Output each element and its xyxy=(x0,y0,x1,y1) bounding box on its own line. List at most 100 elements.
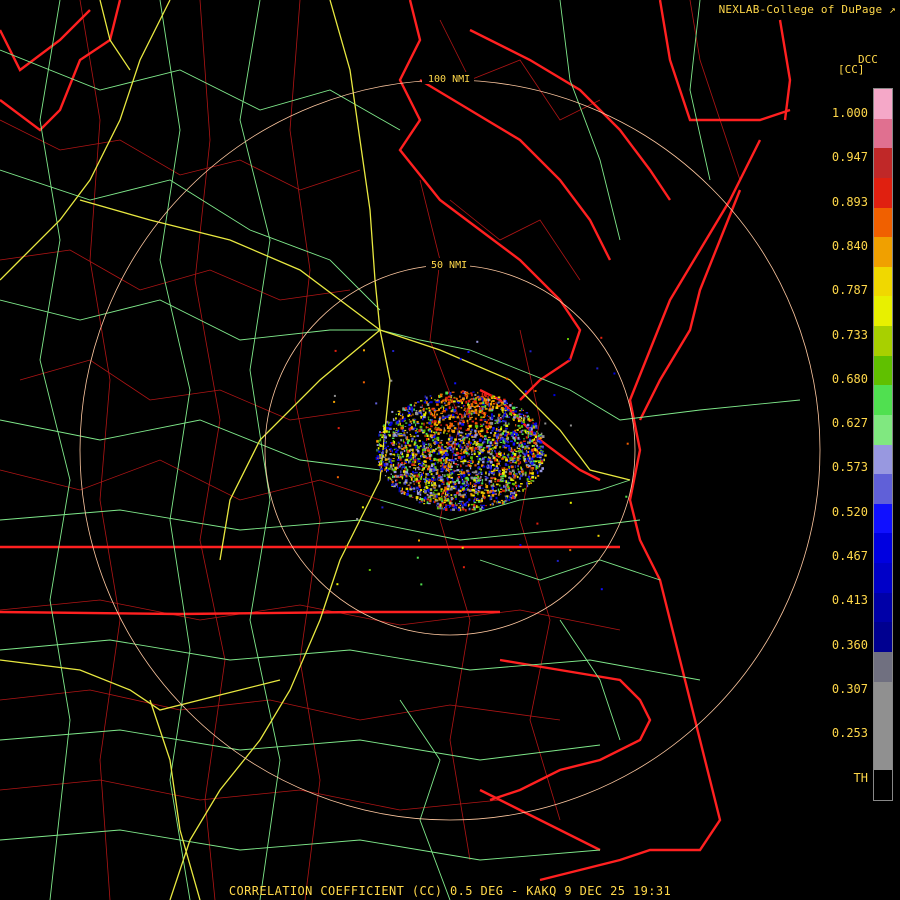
external-link-icon[interactable]: ↗ xyxy=(889,3,896,16)
radar-echo-pixel xyxy=(485,446,489,449)
colorbar-segment xyxy=(874,148,892,178)
radar-echo-pixel xyxy=(477,448,479,450)
radar-echo-pixel xyxy=(438,484,441,488)
radar-echo-pixel xyxy=(499,484,501,487)
radar-echo-pixel xyxy=(449,434,451,437)
radar-echo-pixel xyxy=(503,424,506,426)
radar-echo-pixel xyxy=(405,460,407,463)
radar-echo-pixel xyxy=(405,439,409,441)
radar-echo-pixel xyxy=(520,425,524,428)
radar-echo-pixel xyxy=(434,440,437,443)
radar-echo-pixel xyxy=(468,404,470,407)
radar-echo-pixel xyxy=(428,445,431,447)
radar-echo-pixel xyxy=(523,442,527,445)
radar-echo-pixel xyxy=(398,443,400,445)
radar-echo-pixel xyxy=(386,470,387,473)
radar-echo-pixel xyxy=(498,473,501,477)
radar-echo-pixel xyxy=(413,463,415,465)
radar-echo-pixel xyxy=(478,432,482,436)
radar-echo-pixel xyxy=(430,447,432,449)
radar-echo-pixel xyxy=(485,398,488,402)
radar-echo-pixel xyxy=(418,429,421,433)
radar-echo-pixel xyxy=(478,457,481,461)
radar-echo-pixel xyxy=(474,422,478,425)
radar-echo-pixel xyxy=(502,411,504,413)
radar-echo-pixel xyxy=(453,425,455,427)
radar-echo-pixel xyxy=(482,494,485,498)
radar-echo-pixel xyxy=(485,401,487,405)
radar-echo-pixel xyxy=(454,454,458,456)
radar-echo-pixel xyxy=(497,456,501,458)
radar-echo-pixel xyxy=(461,415,464,418)
radar-echo-pixel xyxy=(507,445,510,447)
radar-echo-pixel xyxy=(381,436,384,439)
radar-echo-pixel xyxy=(471,405,474,407)
colorbar-segment xyxy=(874,414,892,445)
radar-echo-pixel xyxy=(404,480,407,483)
radar-echo-pixel xyxy=(410,414,412,417)
radar-echo-pixel xyxy=(513,453,517,456)
radar-echo-pixel xyxy=(494,445,497,448)
radar-echo-pixel xyxy=(504,474,507,478)
radar-echo-pixel xyxy=(535,460,538,463)
radar-map[interactable]: 100 NMI 50 NMI xyxy=(0,0,900,900)
radar-echo-pixel xyxy=(481,405,484,408)
radar-echo-pixel xyxy=(446,482,449,485)
radar-echo-pixel xyxy=(419,491,421,493)
radar-echo-pixel xyxy=(450,502,453,505)
radar-echo-pixel xyxy=(439,498,443,501)
colorbar-label: 0.840 xyxy=(831,238,868,253)
radar-echo-pixel xyxy=(455,502,457,505)
radar-echo-pixel xyxy=(336,583,339,586)
radar-echo-pixel xyxy=(423,447,427,450)
radar-echo-pixel xyxy=(499,481,502,483)
radar-echo-pixel xyxy=(397,423,400,426)
radar-echo-pixel xyxy=(405,487,409,491)
radar-echo-pixel xyxy=(448,481,451,484)
radar-echo-pixel xyxy=(484,421,487,423)
radar-echo-pixel xyxy=(512,459,514,463)
radar-echo-pixel xyxy=(483,458,485,461)
radar-echo-pixel xyxy=(495,496,498,500)
radar-echo-pixel xyxy=(427,450,430,452)
radar-echo-pixel xyxy=(454,421,457,423)
radar-echo-pixel xyxy=(462,502,464,504)
radar-echo-pixel xyxy=(376,455,380,457)
radar-echo-pixel xyxy=(421,404,423,407)
radar-echo-pixel xyxy=(450,494,453,496)
radar-echo-pixel xyxy=(475,480,478,483)
radar-echo-pixel xyxy=(465,495,467,498)
radar-echo-pixel xyxy=(434,438,436,440)
radar-echo-pixel xyxy=(383,426,387,430)
radar-echo-pixel xyxy=(461,446,464,448)
radar-echo-pixel xyxy=(398,476,402,478)
radar-echo-pixel xyxy=(469,431,473,433)
radar-echo-pixel xyxy=(487,494,491,497)
radar-echo-pixel xyxy=(411,488,415,490)
radar-echo-pixel xyxy=(427,428,430,431)
radar-echo-pixel xyxy=(467,422,469,425)
radar-echo-pixel xyxy=(477,475,480,479)
radar-echo-pixel xyxy=(527,484,529,488)
radar-echo-pixel xyxy=(377,464,381,466)
radar-echo-pixel xyxy=(451,459,455,462)
radar-echo-pixel xyxy=(430,473,433,476)
radar-echo-pixel xyxy=(400,426,404,430)
radar-echo-pixel xyxy=(449,469,453,471)
colorbar-label: 0.467 xyxy=(831,549,868,563)
radar-echo-pixel xyxy=(510,465,514,469)
radar-echo-pixel xyxy=(544,454,547,457)
radar-echo-pixel xyxy=(381,506,384,509)
radar-echo-pixel xyxy=(526,478,529,481)
radar-echo-pixel xyxy=(539,465,541,468)
radar-echo-pixel xyxy=(408,423,411,427)
radar-echo-pixel xyxy=(419,472,422,473)
radar-echo-pixel xyxy=(451,443,454,445)
radar-echo-pixel xyxy=(444,416,447,418)
radar-echo-pixel xyxy=(455,448,458,451)
radar-echo-pixel xyxy=(408,444,412,447)
radar-echo-pixel xyxy=(421,453,424,455)
radar-echo-pixel xyxy=(402,434,406,437)
radar-echo-pixel xyxy=(478,486,481,490)
radar-echo-pixel xyxy=(474,408,478,412)
